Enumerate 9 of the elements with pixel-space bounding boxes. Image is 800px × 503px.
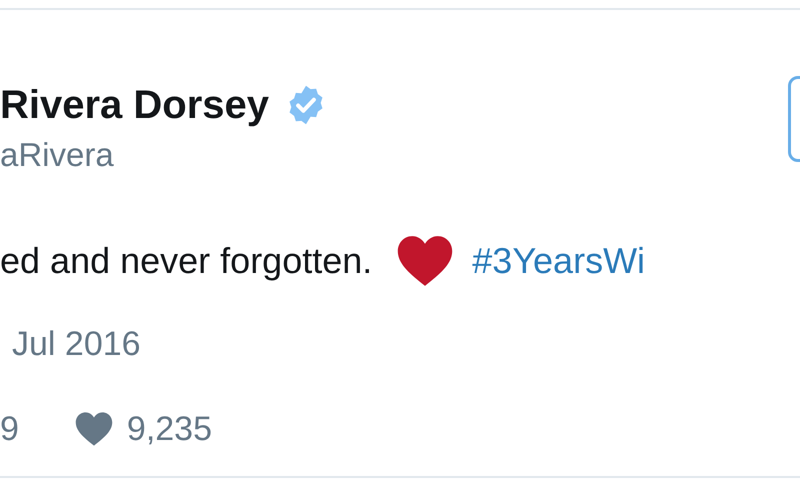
author-handle: aRivera [0, 138, 115, 171]
author-name: Rivera Dorsey [0, 85, 270, 125]
heart-emoji-icon [396, 235, 454, 287]
likes-count: 9,235 [126, 412, 212, 446]
hashtag-link[interactable]: #3YearsWi [472, 243, 646, 279]
tweet-text: ed and never forgotten. [0, 243, 372, 279]
tweet-date: Jul 2016 [12, 325, 141, 363]
heart-icon [74, 411, 113, 447]
retweets-count: 9 [0, 412, 19, 446]
